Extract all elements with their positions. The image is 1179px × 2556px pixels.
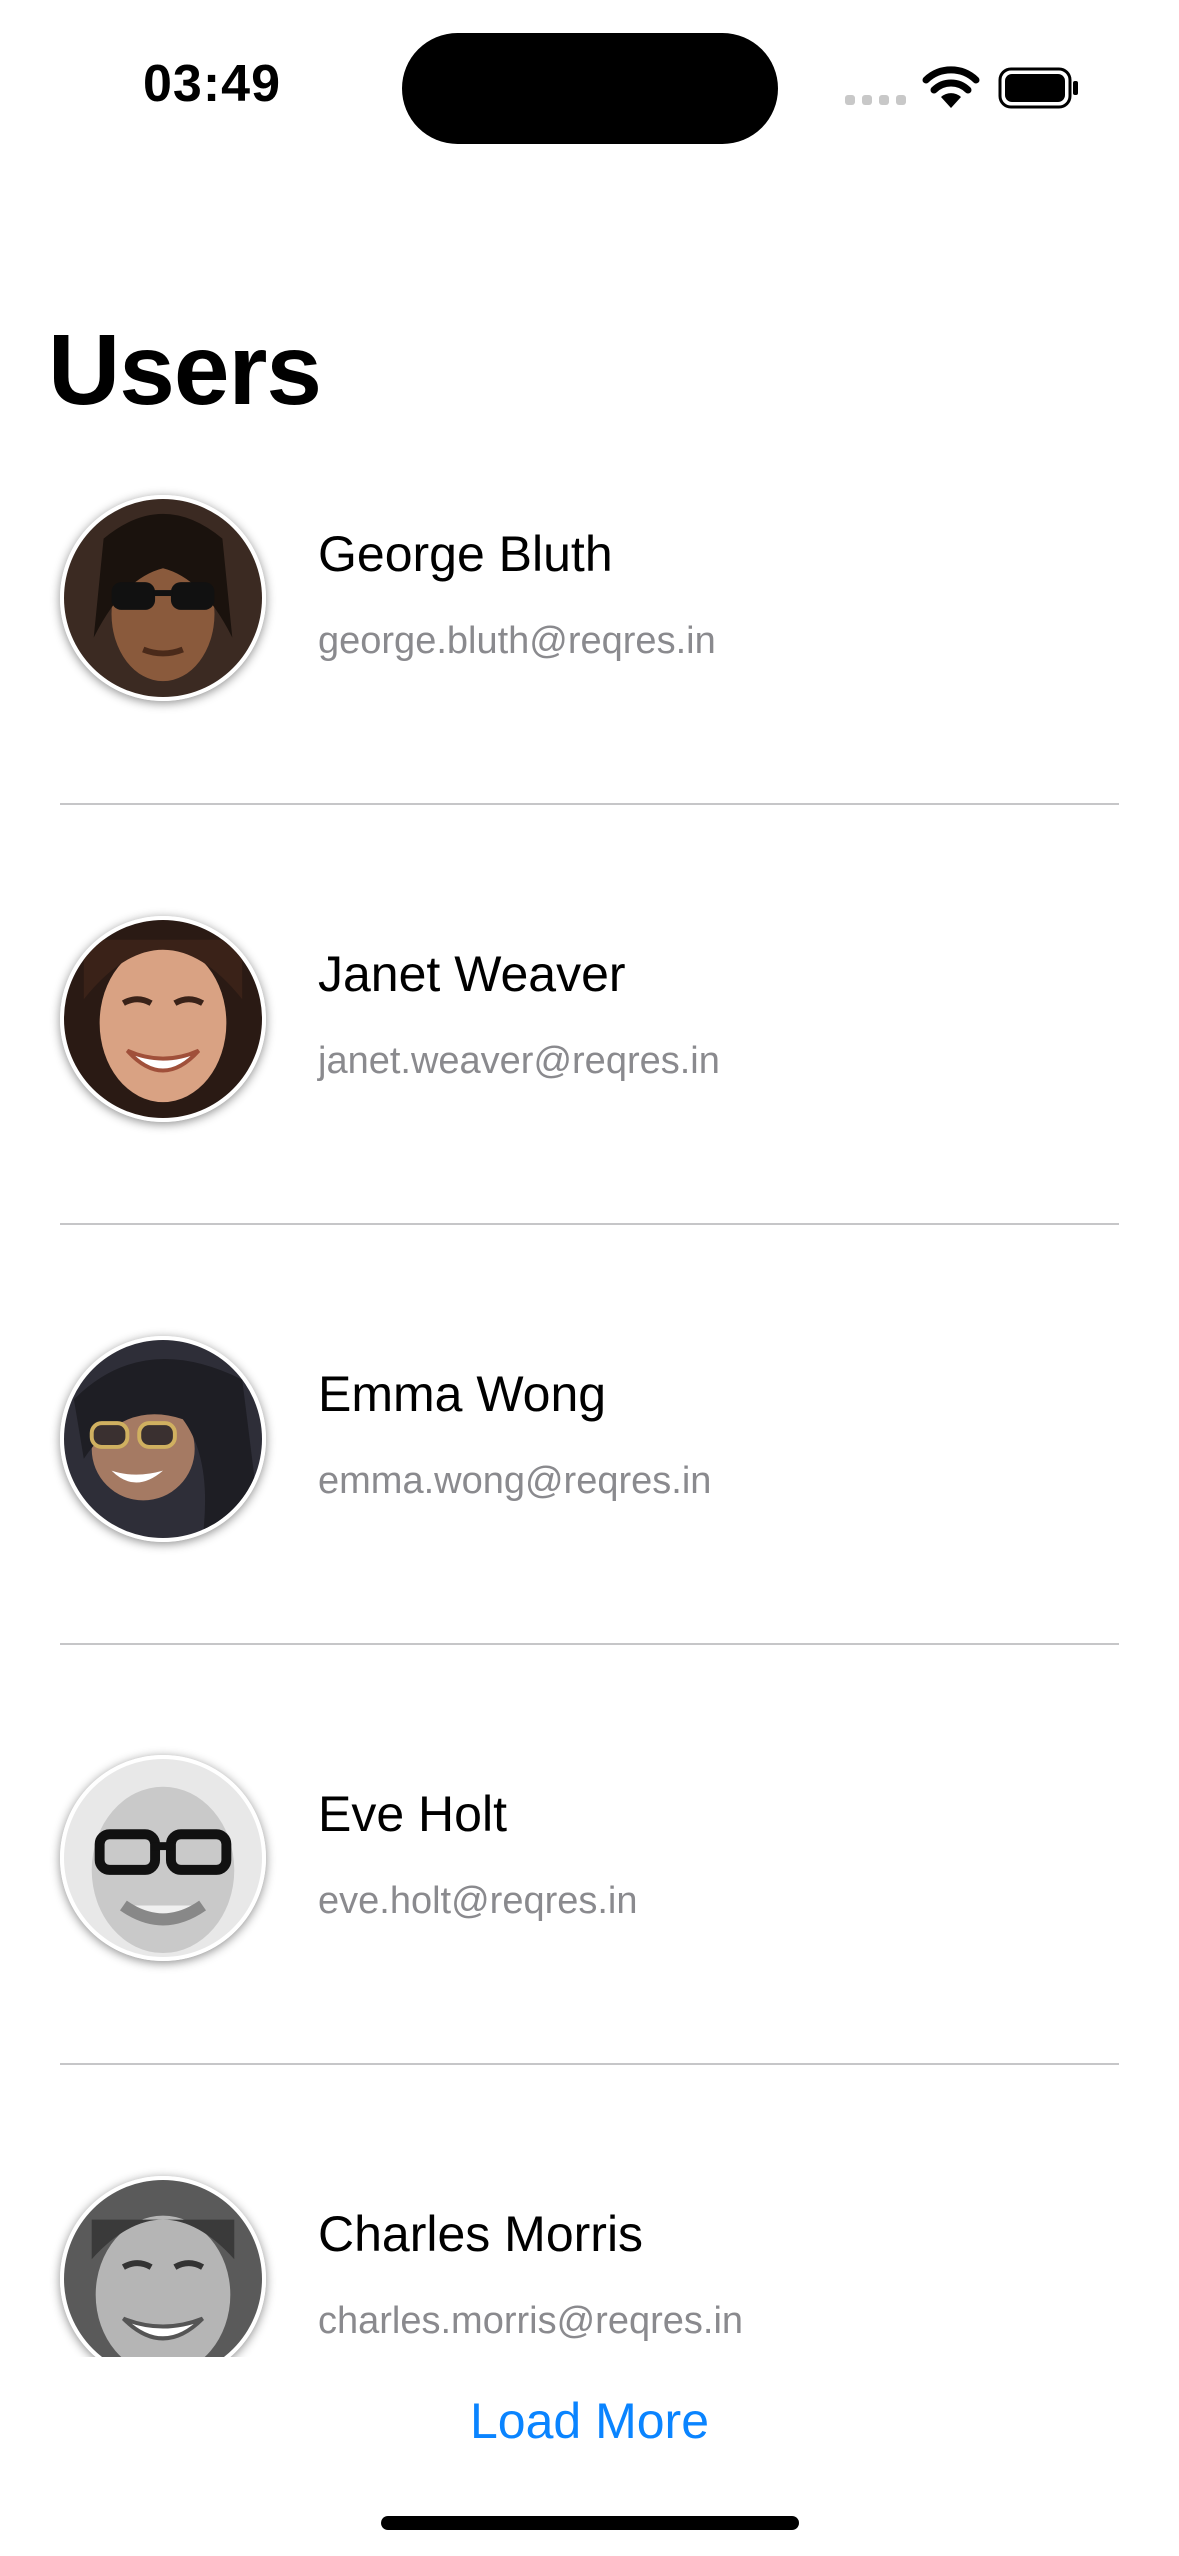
list-item[interactable]: Eve Holt eve.holt@reqres.in	[0, 1720, 1179, 2140]
user-name: Eve Holt	[318, 1786, 507, 1842]
page-title: Users	[48, 314, 322, 426]
status-time: 03:49	[143, 55, 281, 113]
user-email: janet.weaver@reqres.in	[318, 1040, 720, 1082]
battery-icon	[998, 67, 1078, 109]
divider	[60, 2063, 1119, 2065]
list-item[interactable]: Charles Morris charles.morris@reqres.in	[0, 2140, 1179, 2357]
avatar	[60, 495, 266, 701]
user-email: charles.morris@reqres.in	[318, 2300, 744, 2342]
avatar	[60, 1755, 266, 1961]
user-email: george.bluth@reqres.in	[318, 620, 716, 662]
divider	[60, 803, 1119, 805]
user-name: Emma Wong	[318, 1366, 607, 1422]
wifi-icon	[922, 66, 980, 108]
divider	[60, 1223, 1119, 1225]
user-email: eve.holt@reqres.in	[318, 1880, 638, 1922]
load-more-button[interactable]: Load More	[0, 2360, 1179, 2480]
user-list[interactable]: George Bluth george.bluth@reqres.in Jane…	[0, 460, 1179, 2357]
list-item[interactable]: Emma Wong emma.wong@reqres.in	[0, 1300, 1179, 1720]
list-item[interactable]: George Bluth george.bluth@reqres.in	[0, 460, 1179, 880]
dynamic-island	[402, 33, 778, 144]
divider	[60, 1643, 1119, 1645]
user-name: Charles Morris	[318, 2206, 644, 2262]
cellular-signal-icon	[845, 95, 907, 105]
avatar	[60, 916, 266, 1122]
user-name: George Bluth	[318, 526, 613, 582]
home-indicator[interactable]	[381, 2516, 799, 2530]
user-email: emma.wong@reqres.in	[318, 1460, 712, 1502]
avatar	[60, 2176, 266, 2357]
list-item[interactable]: Janet Weaver janet.weaver@reqres.in	[0, 880, 1179, 1300]
status-bar: 03:49	[0, 0, 1179, 150]
user-name: Janet Weaver	[318, 946, 626, 1002]
avatar	[60, 1336, 266, 1542]
